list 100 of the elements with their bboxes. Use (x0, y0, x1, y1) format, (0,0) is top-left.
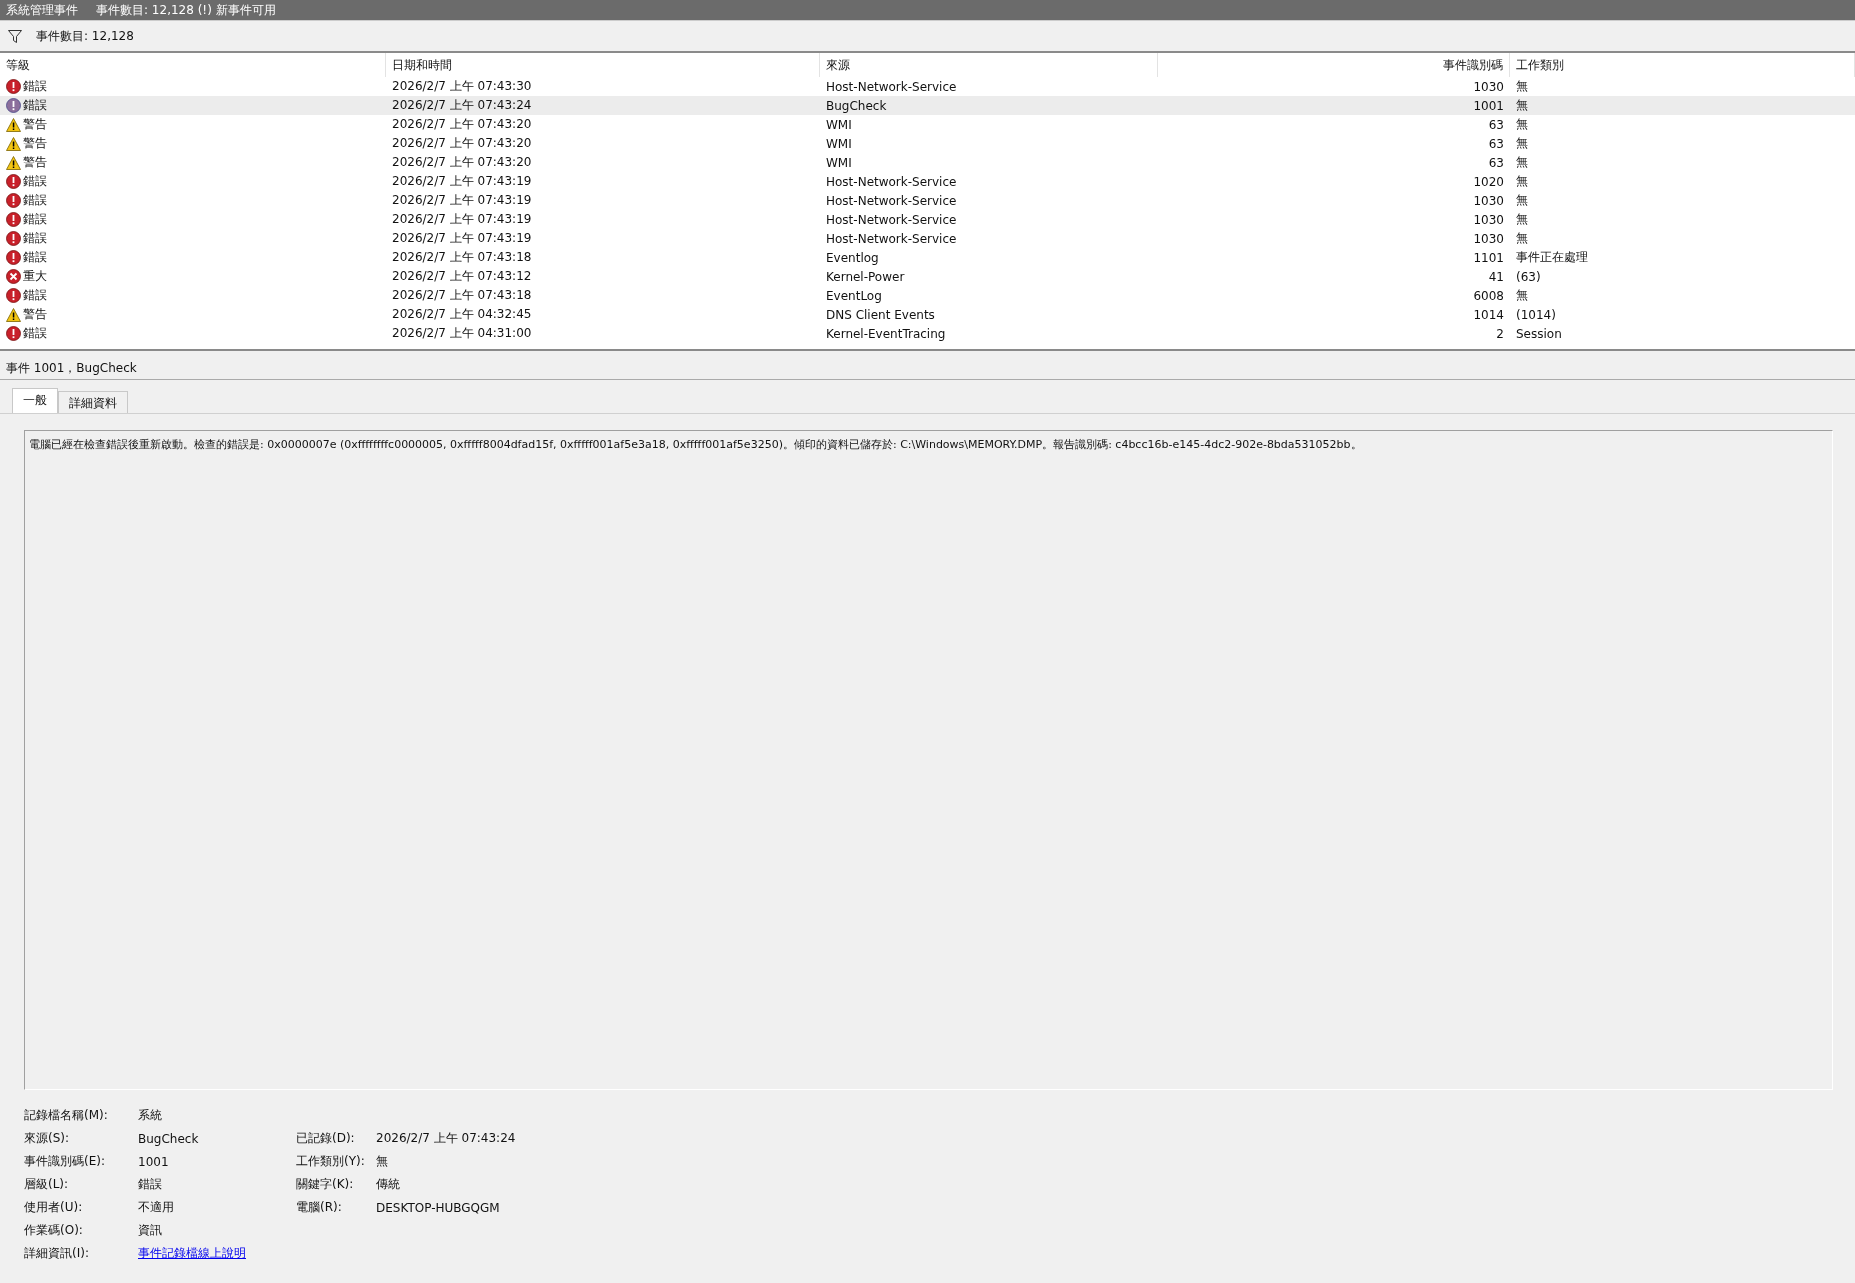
property-label: 使用者(U): (24, 1199, 84, 1216)
property-value: 系統 (138, 1107, 163, 1124)
task-category-cell-text: 無 (1515, 116, 1529, 133)
datetime-cell-text: 2026/2/7 上午 07:43:19 (391, 173, 533, 190)
event-id-cell-text: 1030 (1472, 78, 1505, 96)
property-label: 詳細資訊(I): (24, 1245, 90, 1262)
datetime-cell-text: 2026/2/7 上午 07:43:24 (391, 97, 533, 114)
level-text: 警告 (23, 154, 47, 171)
window-title: 系統管理事件 (6, 1, 78, 19)
datetime-cell-text: 2026/2/7 上午 04:31:00 (391, 325, 533, 342)
level-text: 錯誤 (23, 192, 47, 209)
warning-icon (6, 136, 21, 151)
error-icon (6, 288, 21, 303)
error-icon (6, 193, 21, 208)
level-text: 警告 (23, 306, 47, 323)
critical-icon (6, 269, 21, 284)
level-text: 錯誤 (23, 173, 47, 190)
property-label: 已記錄(D): (296, 1130, 356, 1147)
source-cell-text: Kernel-Power (825, 268, 906, 286)
property-label: 記錄檔名稱(M): (24, 1107, 109, 1124)
event-id-cell-text: 2 (1495, 325, 1505, 343)
event-title: 事件 1001，BugCheck (0, 357, 1855, 380)
property-value: DESKTOP-HUBGQGM (376, 1200, 501, 1215)
source-cell-text: Host-Network-Service (825, 211, 958, 229)
task-category-cell-text: 無 (1515, 135, 1529, 152)
property-value: BugCheck (138, 1131, 200, 1146)
property-label: 電腦(R): (296, 1199, 343, 1216)
event-id-cell-text: 1001 (1472, 97, 1505, 115)
event-id-cell-text: 1101 (1472, 249, 1505, 267)
event-id-cell-text: 41 (1487, 268, 1505, 286)
source-cell-text: WMI (825, 154, 853, 172)
level-text: 錯誤 (23, 249, 47, 266)
event-id-cell-text: 63 (1487, 116, 1505, 134)
error-icon (6, 174, 21, 189)
level-text: 錯誤 (23, 78, 47, 95)
task-category-cell-text: (63) (1515, 268, 1542, 286)
datetime-cell-text: 2026/2/7 上午 07:43:12 (391, 268, 533, 285)
event-id-cell-text: 1030 (1472, 192, 1505, 210)
source-cell-text: DNS Client Events (825, 306, 936, 324)
tab[interactable]: 一般 (12, 388, 58, 413)
task-category-cell-text: 無 (1515, 211, 1529, 228)
level-text: 錯誤 (23, 230, 47, 247)
property-label: 關鍵字(K): (296, 1176, 355, 1193)
filter-icon[interactable] (8, 29, 22, 43)
property-value: 1001 (138, 1154, 170, 1169)
datetime-cell-text: 2026/2/7 上午 07:43:18 (391, 287, 533, 304)
event-row[interactable]: 錯誤 2026/2/7 上午 07:43:24 BugCheck 1001 無 (0, 96, 1855, 115)
property-value: 不適用 (138, 1199, 175, 1216)
datetime-cell-text: 2026/2/7 上午 07:43:30 (391, 78, 533, 95)
level-text: 重大 (23, 268, 47, 285)
warning-icon (6, 117, 21, 132)
level-text: 錯誤 (23, 211, 47, 228)
warning-icon (6, 307, 21, 322)
tab[interactable]: 詳細資料 (58, 391, 128, 413)
event-id-cell-text: 63 (1487, 135, 1505, 153)
property-value: 錯誤 (138, 1176, 163, 1193)
source-cell-text: Host-Network-Service (825, 173, 958, 191)
task-category-cell-text: 無 (1515, 173, 1529, 190)
source-cell-text: EventLog (825, 287, 883, 305)
error-icon (6, 250, 21, 265)
event-count: 事件數目: 12,128 (36, 27, 134, 45)
event-id-cell-text: 6008 (1472, 287, 1505, 305)
source-cell-text: WMI (825, 135, 853, 153)
property-label: 層級(L): (24, 1176, 70, 1193)
datetime-cell-text: 2026/2/7 上午 07:43:20 (391, 135, 533, 152)
property-label: 工作類別(Y): (296, 1153, 366, 1170)
event-id-cell-text: 1030 (1472, 211, 1505, 229)
datetime-cell-text: 2026/2/7 上午 07:43:18 (391, 249, 533, 266)
task-category-cell-text: 無 (1515, 287, 1529, 304)
property-value: 傳統 (376, 1176, 401, 1193)
task-category-cell-text: 無 (1515, 154, 1529, 171)
error-icon (6, 79, 21, 94)
datetime-cell-text: 2026/2/7 上午 07:43:20 (391, 154, 533, 171)
event-id-cell-text: 1020 (1472, 173, 1505, 191)
task-category-cell-text: 事件正在處理 (1515, 249, 1589, 266)
level-text: 錯誤 (23, 325, 47, 342)
datetime-cell-text: 2026/2/7 上午 07:43:19 (391, 211, 533, 228)
property-value: 2026/2/7 上午 07:43:24 (376, 1130, 517, 1147)
level-text: 錯誤 (23, 287, 47, 304)
task-category-cell-text: 無 (1515, 78, 1529, 95)
event-id-cell-text: 63 (1487, 154, 1505, 172)
description-text: 電腦已經在檢查錯誤後重新啟動。檢查的錯誤是: 0x0000007e (0xffffffffc0000005, 0xfffff8004dfad15f, 0xfffff001af5e3a18, 0xfffff001af5e3250)。傾印的資料已儲存於: C:\Windows\MEMORY.DMP。報告識別碼: c4bcc16b-e145-4dc2-902e-8bda531052bb。 (29, 438, 1362, 451)
warning-icon (6, 155, 21, 170)
source-cell-text: Host-Network-Service (825, 230, 958, 248)
property-label: 事件識別碼(E): (24, 1153, 106, 1170)
event-count-status: 事件數目: 12,128 (!) 新事件可用 (96, 1, 276, 19)
datetime-cell-text: 2026/2/7 上午 07:43:20 (391, 116, 533, 133)
error-icon (6, 212, 21, 227)
source-cell-text: Kernel-EventTracing (825, 325, 947, 343)
help-link[interactable]: 事件記錄檔線上說明 (138, 1246, 246, 1260)
level-text: 警告 (23, 116, 47, 133)
level-text: 警告 (23, 135, 47, 152)
task-category-cell-text: (1014) (1515, 306, 1557, 324)
property-value: 無 (376, 1153, 389, 1170)
task-category-cell-text: 無 (1515, 192, 1529, 209)
source-cell-text: BugCheck (825, 97, 888, 115)
source-cell-text: Host-Network-Service (825, 192, 958, 210)
error-icon (6, 326, 21, 341)
property-label: 來源(S): (24, 1130, 71, 1147)
error-icon (6, 98, 21, 113)
